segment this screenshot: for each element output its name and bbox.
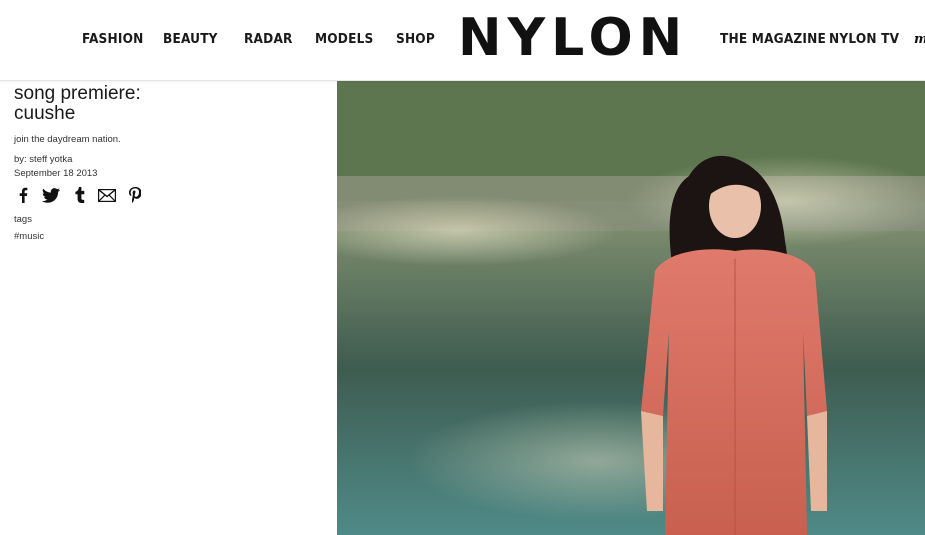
article-byline: by: steff yotka	[14, 154, 73, 165]
article-sidebar: song premiere: cuushe join the daydream …	[14, 84, 314, 242]
tumblr-icon[interactable]	[70, 186, 88, 204]
title-line-2: cuushe	[14, 103, 76, 124]
nav-more-cutoff[interactable]: m	[914, 32, 925, 47]
nav-nylon-tv[interactable]: NYLON TV	[829, 31, 899, 47]
nav-the-magazine[interactable]: THE MAGAZINE	[720, 31, 826, 47]
hero-photo	[337, 81, 925, 535]
share-bar	[14, 186, 314, 204]
pinterest-icon[interactable]	[126, 186, 144, 204]
article-date: September 18 2013	[14, 168, 98, 179]
nav-radar[interactable]: RADAR	[244, 31, 293, 47]
nav-models[interactable]: MODELS	[315, 31, 373, 47]
site-header: FASHION BEAUTY RADAR MODELS SHOP NYLON T…	[0, 0, 925, 81]
nav-beauty[interactable]: BEAUTY	[163, 31, 218, 47]
hero-illustration	[337, 81, 925, 535]
nav-shop[interactable]: SHOP	[396, 31, 435, 47]
title-line-1: song premiere:	[14, 83, 141, 104]
email-icon[interactable]	[98, 186, 116, 204]
tag-link[interactable]: #music	[14, 231, 314, 242]
twitter-icon[interactable]	[42, 186, 60, 204]
nylon-logo[interactable]: NYLON	[458, 10, 698, 66]
facebook-icon[interactable]	[14, 186, 32, 204]
article-title: song premiere: cuushe	[14, 84, 314, 124]
tags-label: tags	[14, 214, 32, 225]
article-dek: join the daydream nation.	[14, 134, 121, 145]
nav-fashion[interactable]: FASHION	[82, 31, 143, 47]
